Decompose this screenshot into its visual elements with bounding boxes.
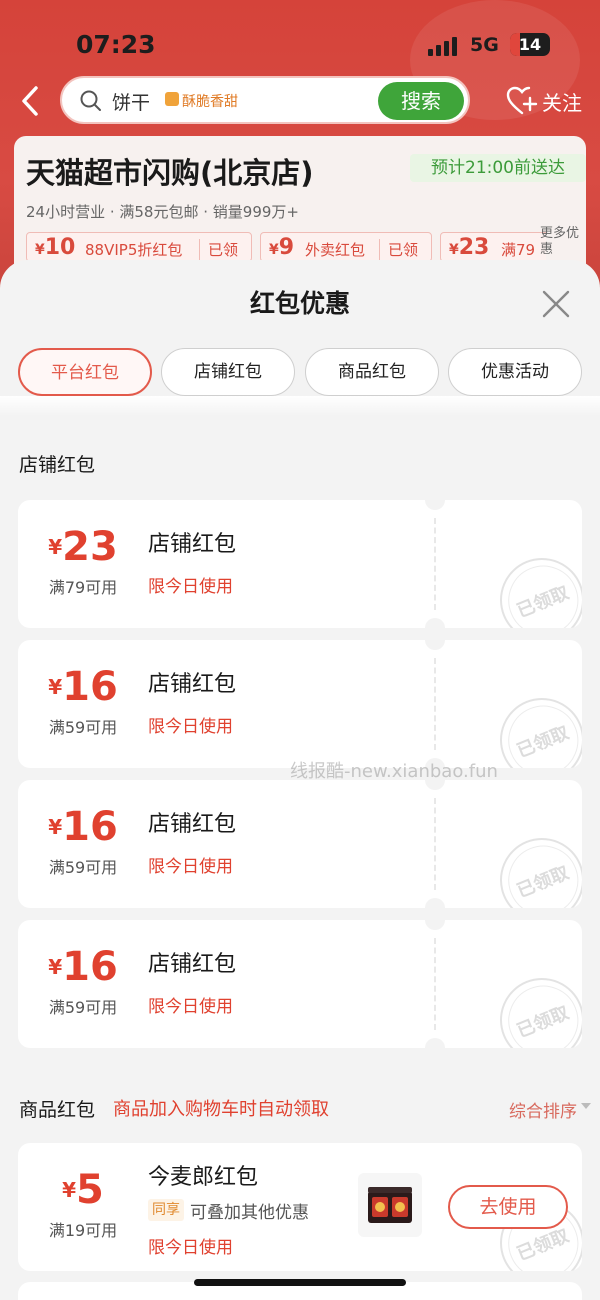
store-name: 天猫超市闪购(北京店) (26, 156, 314, 190)
heart-plus-icon (506, 86, 538, 115)
status-bar: 07:23 5G 14 (0, 0, 600, 80)
coupon-condition: 满79可用 (48, 578, 118, 597)
store-coupon[interactable]: ¥23 满79 (440, 232, 546, 262)
share-tag: 同享 (148, 1199, 184, 1221)
coupon-name: 今麦郎红包 (148, 1165, 259, 1190)
store-coupon-card[interactable]: ¥16 满59可用 店铺红包 限今日使用 已领取 (18, 640, 582, 768)
coupon-name: 店铺红包 (148, 952, 237, 977)
coupon-condition: 满19可用 (48, 1221, 118, 1240)
product-image (358, 1173, 422, 1237)
coupon-condition: 满59可用 (48, 998, 118, 1017)
close-button[interactable] (540, 288, 572, 320)
noodle-box-image (368, 1187, 412, 1223)
goods-coupon-section-header: 商品红包 商品加入购物车时自动领取 综合排序 (19, 1095, 591, 1123)
store-coupon-section-title: 店铺红包 (19, 454, 96, 476)
coupon-limit: 限今日使用 (148, 577, 233, 597)
more-offers-link[interactable]: 更多优惠 (540, 226, 580, 258)
coupon-name: 店铺红包 (148, 672, 237, 697)
delivery-eta: 预计21:00前送达 (410, 154, 586, 182)
goods-section-title: 商品红包 (19, 1099, 96, 1121)
search-icon (80, 90, 101, 111)
sheet-title: 红包优惠 (249, 289, 350, 318)
coupon-desc: 88VIP5折红包 (85, 241, 183, 259)
coupon-divider (434, 798, 436, 890)
battery-level: 14 (518, 35, 542, 54)
coupon-limit: 限今日使用 (148, 997, 233, 1017)
coupon-limit: 限今日使用 (148, 857, 233, 877)
home-indicator (194, 1279, 406, 1286)
search-query: 饼干 (112, 92, 151, 114)
watermark: 线报酷-new.xianbao.fun (290, 761, 498, 782)
coupon-divider (434, 658, 436, 750)
follow-label: 关注 (542, 91, 582, 115)
store-coupon[interactable]: ¥9 外卖红包 已领 (260, 232, 432, 262)
coupon-amount: ¥16 (48, 664, 118, 710)
goods-coupon-card[interactable]: ¥5 满19可用 今麦郎红包 同享 可叠加其他优惠 限今日使用 已领取 去使用 (18, 1143, 582, 1271)
coupon-status: 已领 (199, 239, 238, 260)
coupon-amount: 10 (44, 235, 76, 260)
goods-section-subtitle: 商品加入购物车时自动领取 (113, 1099, 329, 1120)
claimed-stamp: 已领取 (487, 545, 582, 628)
search-button[interactable]: 搜索 (378, 82, 464, 120)
tab-shadow (0, 396, 600, 416)
tab-activities[interactable]: 优惠活动 (448, 348, 582, 396)
status-time: 07:23 (76, 30, 156, 59)
tab-goods[interactable]: 商品红包 (305, 348, 439, 396)
coupon-amount: ¥16 (48, 804, 118, 850)
caret-down-icon (581, 1103, 591, 1109)
search-tag: 酥脆香甜 (182, 94, 238, 110)
chevron-left-icon (22, 86, 38, 116)
coupon-tabs: 平台红包 店铺红包 商品红包 优惠活动 (18, 348, 584, 396)
coupon-amount: ¥23 (48, 524, 118, 570)
sort-dropdown[interactable]: 综合排序 (509, 1097, 577, 1122)
claimed-stamp: 已领取 (487, 685, 582, 768)
store-info-card: 天猫超市闪购(北京店) 预计21:00前送达 24小时营业 · 满58元包邮 ·… (14, 136, 586, 276)
store-coupon-card[interactable]: ¥23 满79可用 店铺红包 限今日使用 已领取 (18, 500, 582, 628)
store-meta: 24小时营业 · 满58元包邮 · 销量999万+ (26, 203, 299, 221)
tab-store[interactable]: 店铺红包 (161, 348, 295, 396)
network-type: 5G (470, 34, 499, 56)
coupon-status: 已领 (379, 239, 418, 260)
coupon-amount: 23 (458, 235, 490, 260)
store-coupon[interactable]: ¥10 88VIP5折红包 已领 (26, 232, 252, 262)
claimed-stamp: 已领取 (487, 965, 582, 1048)
store-coupon-strip: ¥10 88VIP5折红包 已领 ¥9 外卖红包 已领 ¥23 满79 (26, 232, 546, 262)
coupon-desc: 外卖红包 (305, 241, 366, 259)
coupon-amount: ¥16 (48, 944, 118, 990)
coupon-limit: 限今日使用 (148, 1238, 233, 1258)
search-input[interactable]: 饼干 酥脆香甜 搜索 (60, 76, 470, 124)
share-text: 可叠加其他优惠 (190, 1203, 309, 1223)
coupon-divider (434, 518, 436, 610)
coupon-limit: 限今日使用 (148, 717, 233, 737)
coupon-amount: ¥5 (62, 1167, 104, 1213)
coupon-divider (434, 938, 436, 1030)
store-coupon-card[interactable]: ¥16 满59可用 店铺红包 限今日使用 已领取 (18, 780, 582, 908)
close-icon (542, 290, 570, 318)
back-button[interactable] (16, 84, 46, 118)
coupon-name: 店铺红包 (148, 532, 237, 557)
store-coupon-card[interactable]: ¥16 满59可用 店铺红包 限今日使用 已领取 (18, 920, 582, 1048)
tab-platform[interactable]: 平台红包 (18, 348, 152, 396)
claimed-stamp: 已领取 (487, 825, 582, 908)
coupon-condition: 满59可用 (48, 718, 118, 737)
coupon-desc: 满79 (501, 241, 536, 259)
coupon-amount: 9 (278, 235, 295, 260)
coupon-condition: 满59可用 (48, 858, 118, 877)
tag-icon (165, 92, 179, 106)
battery-icon: 14 (510, 33, 550, 56)
signal-icon (428, 36, 460, 56)
use-coupon-button[interactable]: 去使用 (448, 1185, 568, 1229)
coupon-name: 店铺红包 (148, 812, 237, 837)
